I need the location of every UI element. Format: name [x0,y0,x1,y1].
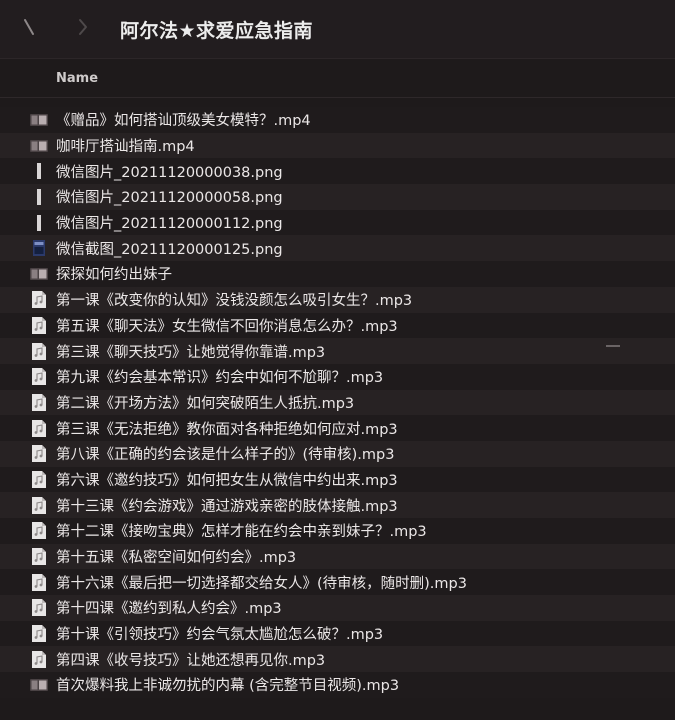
audio-file-icon [30,291,48,309]
back-button[interactable] [14,14,44,44]
file-row[interactable]: 微信图片_20211120000112.png [0,209,675,236]
file-name: 微信截图_20211120000125.png [56,241,283,258]
file-row[interactable]: 第三课《聊天技巧》让她觉得你靠谱.mp3 [0,338,675,364]
audio-file-icon [30,573,48,591]
chevron-left-icon [22,18,36,40]
file-name: 《赠品》如何搭讪顶级美女模特？.mp4 [56,113,311,130]
image-thumbnail-icon [30,163,48,180]
file-name: 第一课《改变你的认知》没钱没颜怎么吸引女生？.mp3 [56,293,413,310]
screenshot-thumbnail-icon [30,240,48,257]
file-row[interactable]: 第十二课《接吻宝典》怎样才能在约会中亲到妹子？.mp3 [0,518,675,544]
file-row[interactable]: 探探如何约出妹子 [0,261,675,287]
finder-window: 阿尔法★求爱应急指南 Name 《赠品》如何搭讪顶级美女模特？.mp4 咖啡厅搭讪… [0,0,675,720]
file-name: 微信图片_20211120000058.png [56,190,283,207]
file-name: 第十四课《邀约到私人约会》.mp3 [56,601,282,618]
file-row[interactable]: 微信图片_20211120000038.png [0,158,675,185]
file-row[interactable]: 微信图片_20211120000058.png [0,184,675,210]
file-row[interactable]: 微信截图_20211120000125.png [0,235,675,262]
file-row[interactable]: 《赠品》如何搭讪顶级美女模特？.mp4 [0,107,675,133]
file-list: 《赠品》如何搭讪顶级美女模特？.mp4 咖啡厅搭讪指南.mp4 微信图片_20211… [0,107,675,698]
file-row[interactable]: 第三课《无法拒绝》教你面对各种拒绝如何应对.mp3 [0,415,675,441]
audio-file-icon [30,496,48,514]
file-name: 微信图片_20211120000038.png [56,164,283,181]
audio-file-icon [30,650,48,668]
file-row[interactable]: 第十课《引领技巧》约会气氛太尴尬怎么破？.mp3 [0,620,675,647]
file-row[interactable]: 第四课《收号技巧》让她还想再见你.mp3 [0,646,675,673]
forward-button[interactable] [68,14,98,44]
audio-file-icon [30,522,48,540]
file-name: 第八课《正确的约会该是什么样子的》(待审核).mp3 [56,447,395,464]
window-title: 阿尔法★求爱应急指南 [120,19,314,42]
image-thumbnail-icon [30,214,48,231]
file-name: 第九课《约会基本常识》约会中如何不尬聊？.mp3 [56,370,384,387]
audio-file-icon [30,599,48,617]
file-name: 第十二课《接吻宝典》怎样才能在约会中亲到妹子？.mp3 [56,524,427,541]
audio-file-icon [30,445,48,463]
file-row[interactable]: 第六课《邀约技巧》如何把女生从微信中约出来.mp3 [0,466,675,493]
audio-file-icon [30,342,48,360]
file-name: 第二课《开场方法》如何突破陌生人抵抗.mp3 [56,395,355,412]
video-thumbnail-icon [30,266,48,282]
file-row[interactable]: 第八课《正确的约会该是什么样子的》(待审核).mp3 [0,440,675,467]
file-row[interactable]: 咖啡厅搭讪指南.mp4 [0,132,675,159]
file-row[interactable]: 第十六课《最后把一切选择都交给女人》(待审核，随时删).mp3 [0,569,675,596]
video-thumbnail-icon [30,138,48,154]
file-name: 第十三课《约会游戏》通过游戏亲密的肢体接触.mp3 [56,498,398,515]
stray-mark [606,345,620,347]
file-name: 第十课《引领技巧》约会气氛太尴尬怎么破？.mp3 [56,627,384,644]
audio-file-icon [30,368,48,386]
file-row[interactable]: 第五课《聊天法》女生微信不回你消息怎么办？.mp3 [0,312,675,339]
file-row[interactable]: 第十五课《私密空间如何约会》.mp3 [0,543,675,570]
file-name: 探探如何约出妹子 [56,267,172,284]
title-bar: 阿尔法★求爱应急指南 [0,0,675,59]
file-row[interactable]: 第十四课《邀约到私人约会》.mp3 [0,595,675,621]
file-name: 第四课《收号技巧》让她还想再见你.mp3 [56,652,326,669]
image-thumbnail-icon [30,188,48,205]
name-column-header[interactable]: Name [56,71,98,86]
audio-file-icon [30,470,48,488]
audio-file-icon [30,316,48,334]
column-header: Name [0,59,675,98]
file-name: 第五课《聊天法》女生微信不回你消息怎么办？.mp3 [56,318,398,335]
file-name: 微信图片_20211120000112.png [56,216,283,233]
file-name: 第三课《无法拒绝》教你面对各种拒绝如何应对.mp3 [56,421,398,438]
file-name: 第三课《聊天技巧》让她觉得你靠谱.mp3 [56,344,326,361]
file-name: 第六课《邀约技巧》如何把女生从微信中约出来.mp3 [56,472,398,489]
file-name: 第十五课《私密空间如何约会》.mp3 [56,550,297,567]
file-row[interactable]: 第九课《约会基本常识》约会中如何不尬聊？.mp3 [0,363,675,390]
file-name: 咖啡厅搭讪指南.mp4 [56,139,195,156]
video-thumbnail-icon [30,112,48,128]
chevron-right-icon [77,18,89,40]
file-row[interactable]: 首次爆料我上非诚勿扰的内幕 (含完整节目视频).mp3 [0,672,675,698]
audio-file-icon [30,419,48,437]
audio-file-icon [30,393,48,411]
file-row[interactable]: 第十三课《约会游戏》通过游戏亲密的肢体接触.mp3 [0,492,675,518]
file-row[interactable]: 第一课《改变你的认知》没钱没颜怎么吸引女生？.mp3 [0,286,675,313]
video-thumbnail-icon [30,677,48,693]
audio-file-icon [30,625,48,643]
file-row[interactable]: 第二课《开场方法》如何突破陌生人抵抗.mp3 [0,389,675,416]
file-name: 第十六课《最后把一切选择都交给女人》(待审核，随时删).mp3 [56,575,467,592]
file-name: 首次爆料我上非诚勿扰的内幕 (含完整节目视频).mp3 [56,678,400,695]
audio-file-icon [30,548,48,566]
